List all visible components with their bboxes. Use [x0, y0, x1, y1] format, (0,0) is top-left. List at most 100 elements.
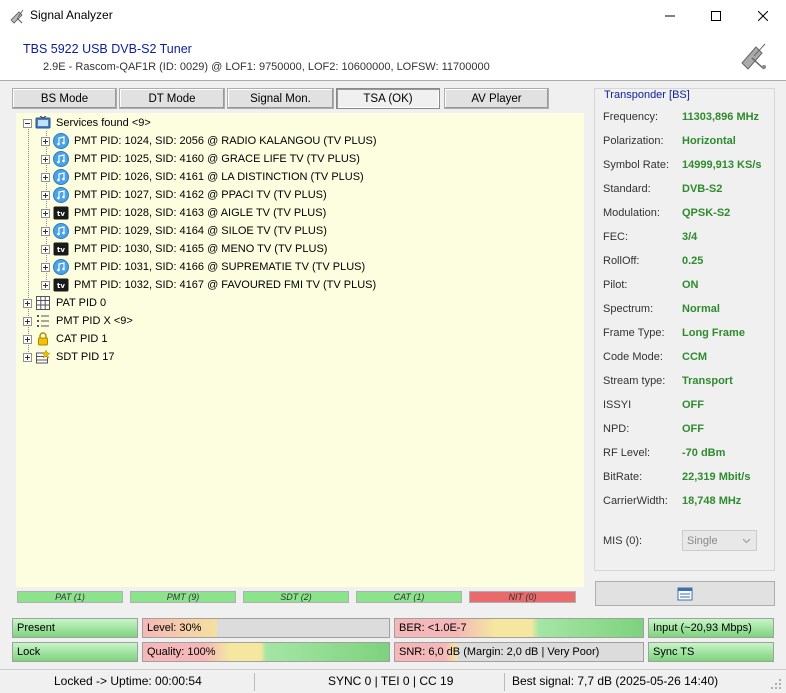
- tab-tsa[interactable]: TSA (OK): [336, 88, 440, 109]
- minimize-icon: [665, 15, 675, 16]
- title-bar[interactable]: Signal Analyzer: [0, 0, 786, 31]
- transponder-list-button[interactable]: [595, 581, 775, 606]
- tp-label: Frequency:: [603, 111, 659, 123]
- expand-toggle-icon[interactable]: [41, 244, 50, 254]
- maximize-button[interactable]: [693, 0, 739, 31]
- tp-value: -70 dBm: [682, 447, 726, 459]
- collapse-toggle-icon[interactable]: [23, 118, 32, 128]
- tab-bs-mode[interactable]: BS Mode: [12, 88, 117, 109]
- tp-label: Symbol Rate:: [603, 159, 670, 171]
- tv-icon: tv: [53, 205, 69, 221]
- tp-label: FEC:: [603, 231, 629, 243]
- lock-indicator: Lock: [12, 642, 138, 662]
- service-label: PMT PID: 1032, SID: 4167 @ FAVOURED FMI …: [74, 279, 377, 291]
- tp-value: 22,319 Mbit/s: [682, 471, 751, 483]
- tab-av-player[interactable]: AV Player: [444, 88, 549, 109]
- satellite-dish-logo-icon: [741, 43, 766, 70]
- svg-text:tv: tv: [57, 210, 65, 218]
- music-icon: [53, 133, 69, 149]
- status-divider: [504, 673, 505, 691]
- expand-toggle-icon[interactable]: [41, 208, 50, 218]
- tp-label: RollOff:: [603, 255, 640, 267]
- music-icon: [53, 259, 69, 275]
- signal-analyzer-window: Signal Analyzer TBS 5922 USB DVB-S2 Tune…: [0, 0, 786, 693]
- tp-label: NPD:: [603, 423, 630, 435]
- close-button[interactable]: [740, 0, 786, 31]
- tree-table-item[interactable]: PAT PID 0: [23, 294, 106, 312]
- service-label: PMT PID: 1025, SID: 4160 @ GRACE LIFE TV…: [74, 153, 360, 165]
- best-signal-status: Best signal: 7,7 dB (2025-05-26 14:40): [512, 674, 719, 688]
- tp-value: OFF: [682, 399, 704, 411]
- tp-label: Code Mode:: [603, 351, 663, 363]
- mis-value: Single: [687, 534, 718, 547]
- expand-toggle-icon[interactable]: [41, 154, 50, 164]
- tp-label: BitRate:: [603, 471, 643, 483]
- table-label: PAT PID 0: [56, 297, 107, 309]
- service-label: PMT PID: 1029, SID: 4164 @ SILOE TV (TV …: [74, 225, 327, 237]
- service-label: PMT PID: 1027, SID: 4162 @ PPACI TV (TV …: [74, 189, 327, 201]
- expand-toggle-icon[interactable]: [41, 136, 50, 146]
- resize-grip-icon[interactable]: [770, 678, 782, 690]
- lock-icon: [35, 331, 51, 347]
- tree-service-item[interactable]: PMT PID: 1025, SID: 4160 @ GRACE LIFE TV…: [41, 150, 360, 168]
- tree-service-item[interactable]: PMT PID: 1024, SID: 2056 @ RADIO KALANGO…: [41, 132, 377, 150]
- ts-tree-view[interactable]: Services found <9> PMT PID: 1024, SID: 2…: [16, 113, 584, 587]
- expand-toggle-icon[interactable]: [23, 316, 32, 326]
- tp-value: Long Frame: [682, 327, 745, 339]
- tuner-info: 2.9E - Rascom-QAF1R (ID: 0029) @ LOF1: 9…: [43, 61, 490, 73]
- tp-label: CarrierWidth:: [603, 495, 668, 507]
- tree-table-item[interactable]: CAT PID 1: [23, 330, 108, 348]
- tp-label: Spectrum:: [603, 303, 654, 315]
- tp-label: ISSYI: [603, 399, 632, 411]
- mis-select[interactable]: Single: [682, 530, 757, 551]
- present-label: Present: [17, 622, 55, 634]
- pmt-badge: PMT (9): [130, 591, 236, 603]
- tree-table-item[interactable]: SDT PID 17: [23, 348, 115, 366]
- expand-toggle-icon[interactable]: [41, 280, 50, 290]
- tree-service-item[interactable]: PMT PID: 1027, SID: 4162 @ PPACI TV (TV …: [41, 186, 327, 204]
- table-label: PMT PID X <9>: [56, 315, 133, 327]
- tp-value: QPSK-S2: [682, 207, 731, 219]
- tree-service-item[interactable]: PMT PID: 1029, SID: 4164 @ SILOE TV (TV …: [41, 222, 327, 240]
- minimize-button[interactable]: [647, 0, 693, 31]
- tab-signal-mon[interactable]: Signal Mon.: [227, 88, 334, 109]
- expand-toggle-icon[interactable]: [23, 352, 32, 362]
- quality-label: Quality: 100%: [147, 646, 216, 658]
- tuner-header: TBS 5922 USB DVB-S2 Tuner 2.9E - Rascom-…: [0, 31, 786, 81]
- tree-service-item[interactable]: PMT PID: 1031, SID: 4166 @ SUPREMATIE TV…: [41, 258, 365, 276]
- expand-toggle-icon[interactable]: [23, 334, 32, 344]
- music-icon: [53, 151, 69, 167]
- tp-label: Modulation:: [603, 207, 660, 219]
- tree-service-item[interactable]: tv PMT PID: 1032, SID: 4167 @ FAVOURED F…: [41, 276, 376, 294]
- status-bar: Locked -> Uptime: 00:00:54 SYNC 0 | TEI …: [0, 669, 786, 693]
- sync-indicator: Sync TS: [648, 642, 774, 662]
- service-label: PMT PID: 1031, SID: 4166 @ SUPREMATIE TV…: [74, 261, 366, 273]
- expand-toggle-icon[interactable]: [41, 226, 50, 236]
- expand-toggle-icon[interactable]: [41, 190, 50, 200]
- snr-bar: SNR: 6,0 dB (Margin: 2,0 dB | Very Poor): [394, 642, 644, 662]
- tab-dt-mode[interactable]: DT Mode: [119, 88, 225, 109]
- tp-label: Standard:: [603, 183, 651, 195]
- tv-icon: tv: [53, 277, 69, 293]
- grid-icon: [35, 295, 51, 311]
- tree-service-item[interactable]: tv PMT PID: 1028, SID: 4163 @ AIGLE TV (…: [41, 204, 326, 222]
- tp-label: RF Level:: [603, 447, 651, 459]
- tp-label: Pilot:: [603, 279, 628, 291]
- transponder-title: Transponder [BS]: [602, 89, 692, 101]
- expand-toggle-icon[interactable]: [23, 298, 32, 308]
- table-label: CAT PID 1: [56, 333, 108, 345]
- service-label: PMT PID: 1028, SID: 4163 @ AIGLE TV (TV …: [74, 207, 327, 219]
- expand-toggle-icon[interactable]: [41, 262, 50, 272]
- tuner-name: TBS 5922 USB DVB-S2 Tuner: [23, 42, 192, 56]
- tree-root-services[interactable]: Services found <9>: [23, 114, 151, 132]
- ber-bar: BER: <1.0E-7: [394, 618, 644, 638]
- input-label: Input (~20,93 Mbps): [653, 622, 752, 634]
- tp-value: 3/4: [682, 231, 698, 243]
- music-icon: [53, 187, 69, 203]
- tree-table-item[interactable]: PMT PID X <9>: [23, 312, 133, 330]
- tp-label: Stream type:: [603, 375, 666, 387]
- tree-service-item[interactable]: PMT PID: 1026, SID: 4161 @ LA DISTINCTIO…: [41, 168, 364, 186]
- tp-value: Transport: [682, 375, 733, 387]
- tree-service-item[interactable]: tv PMT PID: 1030, SID: 4165 @ MENO TV (T…: [41, 240, 327, 258]
- expand-toggle-icon[interactable]: [41, 172, 50, 182]
